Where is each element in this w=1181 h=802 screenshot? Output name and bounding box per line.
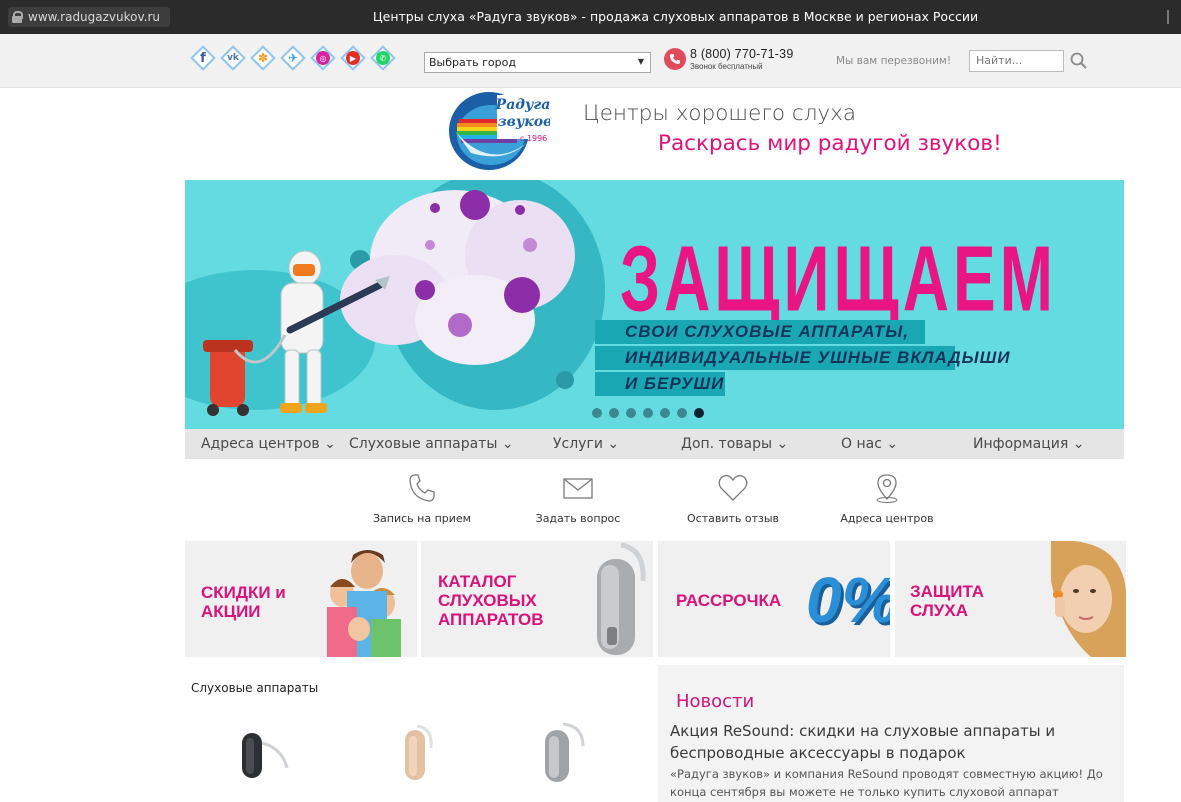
nav-item-products[interactable]: Доп. товары ⌄ (681, 436, 788, 452)
tile-label: РАССРОЧКА (676, 591, 782, 610)
quick-link-label: Запись на прием (373, 512, 471, 525)
slider-dot[interactable] (609, 408, 619, 418)
lock-icon (12, 11, 23, 23)
logo-year: с 1996 г (520, 134, 550, 143)
dropdown-arrow-icon: ▼ (637, 57, 644, 66)
hearing-aid-image (242, 733, 289, 778)
tagline: Раскрась мир радугой звуков! (658, 131, 1002, 156)
zero-percent-badge: 0% (806, 564, 890, 636)
hearing-aid-image (405, 724, 433, 780)
products-title: Слуховые аппараты (191, 681, 319, 695)
slider-dot[interactable] (592, 408, 602, 418)
site-logo[interactable]: Радуга звуков с 1996 г (449, 91, 554, 171)
whatsapp-icon[interactable]: ✆ (370, 45, 396, 71)
nav-item-centers[interactable]: Адреса центров ⌄ (201, 436, 336, 452)
envelope-icon (563, 478, 593, 499)
woman-photo (1051, 541, 1126, 657)
quick-link-review[interactable]: Оставить отзыв (668, 472, 798, 525)
slider-dot[interactable] (643, 408, 653, 418)
quick-link-label: Адреса центров (840, 512, 934, 525)
tile-protection[interactable]: ЗАЩИТА СЛУХА (895, 541, 1126, 657)
banner-title: ЗАЩИЩАЕМ (620, 226, 1057, 331)
chevron-down-icon: ⌄ (886, 436, 899, 452)
twitter-icon[interactable]: ✈ (280, 45, 306, 71)
phone-number[interactable]: 8 (800) 770-71-39 (690, 47, 793, 61)
slogan: Центры хорошего слуха (583, 101, 857, 126)
product-item[interactable] (232, 718, 292, 802)
vk-icon[interactable]: vk (220, 45, 246, 71)
facebook-icon[interactable]: f (190, 45, 216, 71)
map-pin-icon (876, 474, 898, 503)
hearing-aid-image (545, 722, 585, 782)
heart-icon (718, 474, 748, 501)
chevron-down-icon: ⌄ (776, 436, 789, 452)
slider-dot[interactable] (626, 408, 636, 418)
tile-installment[interactable]: РАССРОЧКА 0% (658, 541, 890, 657)
main-nav: Адреса центров ⌄ Слуховые аппараты ⌄ Усл… (185, 429, 1124, 459)
tile-label: ЗАЩИТА СЛУХА (910, 582, 985, 620)
chevron-down-icon: ⌄ (607, 436, 620, 452)
product-item[interactable] (533, 718, 593, 802)
hero-banner[interactable]: ЗАЩИЩАЕМ СВОИ СЛУХОВЫЕ АППАРАТЫ, ИНДИВИД… (185, 180, 1124, 429)
tile-catalog[interactable]: КАТАЛОГ СЛУХОВЫХ АППАРАТОВ (421, 541, 653, 657)
news-headline[interactable]: Акция ReSound: скидки на слуховые аппара… (670, 720, 1110, 764)
family-photo (327, 550, 401, 657)
logo-word2: звуков (498, 114, 550, 130)
chevron-down-icon: ⌄ (1072, 436, 1085, 452)
slider-dot[interactable] (694, 408, 704, 418)
slider-dot[interactable] (677, 408, 687, 418)
slider-dot[interactable] (660, 408, 670, 418)
search-icon (1070, 52, 1087, 69)
nav-item-about[interactable]: О нас ⌄ (841, 436, 898, 452)
quick-link-locations[interactable]: Адреса центров (822, 472, 952, 525)
address-bar[interactable]: www.radugazvukov.ru (8, 7, 170, 27)
tile-label: СКИДКИ и АКЦИИ (201, 583, 286, 621)
browser-titlebar: www.radugazvukov.ru Центры слуха «Радуга… (0, 0, 1181, 34)
quick-link-label: Оставить отзыв (686, 512, 780, 525)
slider-dots (592, 408, 704, 418)
callback-link[interactable]: Мы вам перезвоним! (836, 55, 951, 67)
logo-word1: Радуга (495, 97, 550, 113)
quick-link-label: Задать вопрос (535, 512, 621, 525)
search-button[interactable] (1069, 51, 1089, 71)
search-placeholder: Найти... (976, 54, 1023, 67)
tile-label: КАТАЛОГ СЛУХОВЫХ АППАРАТОВ (438, 572, 544, 629)
news-title: Новости (676, 691, 755, 712)
quick-link-question[interactable]: Задать вопрос (513, 472, 643, 525)
banner-line-3: И БЕРУШИ (625, 374, 725, 393)
chevron-down-icon: ⌄ (501, 436, 514, 452)
window-grip (1167, 10, 1169, 24)
window-title: Центры слуха «Радуга звуков» - продажа с… (372, 9, 979, 24)
nav-item-services[interactable]: Услуги ⌄ (553, 436, 619, 452)
phone-icon (664, 48, 686, 70)
search-input[interactable]: Найти... (969, 50, 1064, 72)
nav-item-info[interactable]: Информация ⌄ (973, 436, 1084, 452)
product-item[interactable] (387, 718, 447, 802)
url-text: www.radugazvukov.ru (28, 10, 161, 24)
city-select-value: Выбрать город (429, 56, 516, 69)
social-icons: f vk ✽ ✈ ◎ ▶ ✆ (190, 45, 396, 71)
chevron-down-icon: ⌄ (324, 436, 336, 452)
city-select[interactable]: Выбрать город ▼ (424, 52, 651, 73)
nav-item-hearing-aids[interactable]: Слуховые аппараты ⌄ (349, 436, 514, 452)
phone-note: Звонок бесплатный (690, 62, 763, 71)
banner-line-2: ИНДИВИДУАЛЬНЫЕ УШНЫЕ ВКЛАДЫШИ (625, 348, 1011, 367)
news-block: Новости Акция ReSound: скидки на слуховы… (658, 665, 1124, 802)
odnoklassniki-icon[interactable]: ✽ (250, 45, 276, 71)
youtube-icon[interactable]: ▶ (340, 45, 366, 71)
banner-line-1: СВОИ СЛУХОВЫЕ АППАРАТЫ, (625, 322, 909, 341)
news-text: «Радуга звуков» и компания ReSound прово… (670, 767, 1103, 799)
quick-link-appointment[interactable]: Запись на прием (357, 472, 487, 525)
instagram-icon[interactable]: ◎ (310, 45, 336, 71)
phone-handset-icon (409, 474, 435, 502)
tile-discounts[interactable]: СКИДКИ и АКЦИИ (185, 541, 417, 657)
hearing-aid-image (597, 542, 646, 655)
